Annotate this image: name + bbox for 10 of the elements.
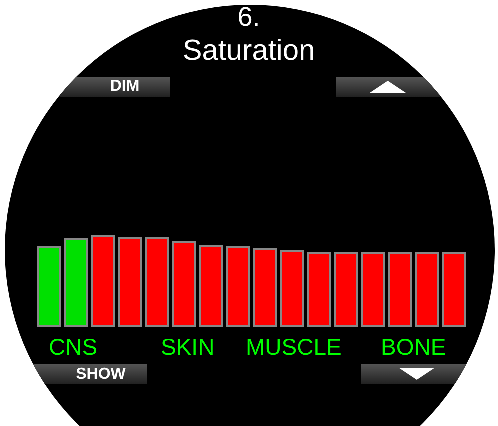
tissue-label: MUSCLE <box>246 333 342 362</box>
up-button[interactable] <box>336 77 440 97</box>
down-arrow-icon <box>398 367 436 381</box>
tissue-label: CNS <box>49 333 98 362</box>
tissue-label: BONE <box>381 333 446 362</box>
screen-title: Saturation <box>182 34 316 68</box>
up-arrow-icon <box>369 80 407 94</box>
tissue-label: SKIN <box>161 333 215 362</box>
dim-button[interactable]: DIM <box>60 77 170 97</box>
screen-number: 6. <box>238 2 260 32</box>
